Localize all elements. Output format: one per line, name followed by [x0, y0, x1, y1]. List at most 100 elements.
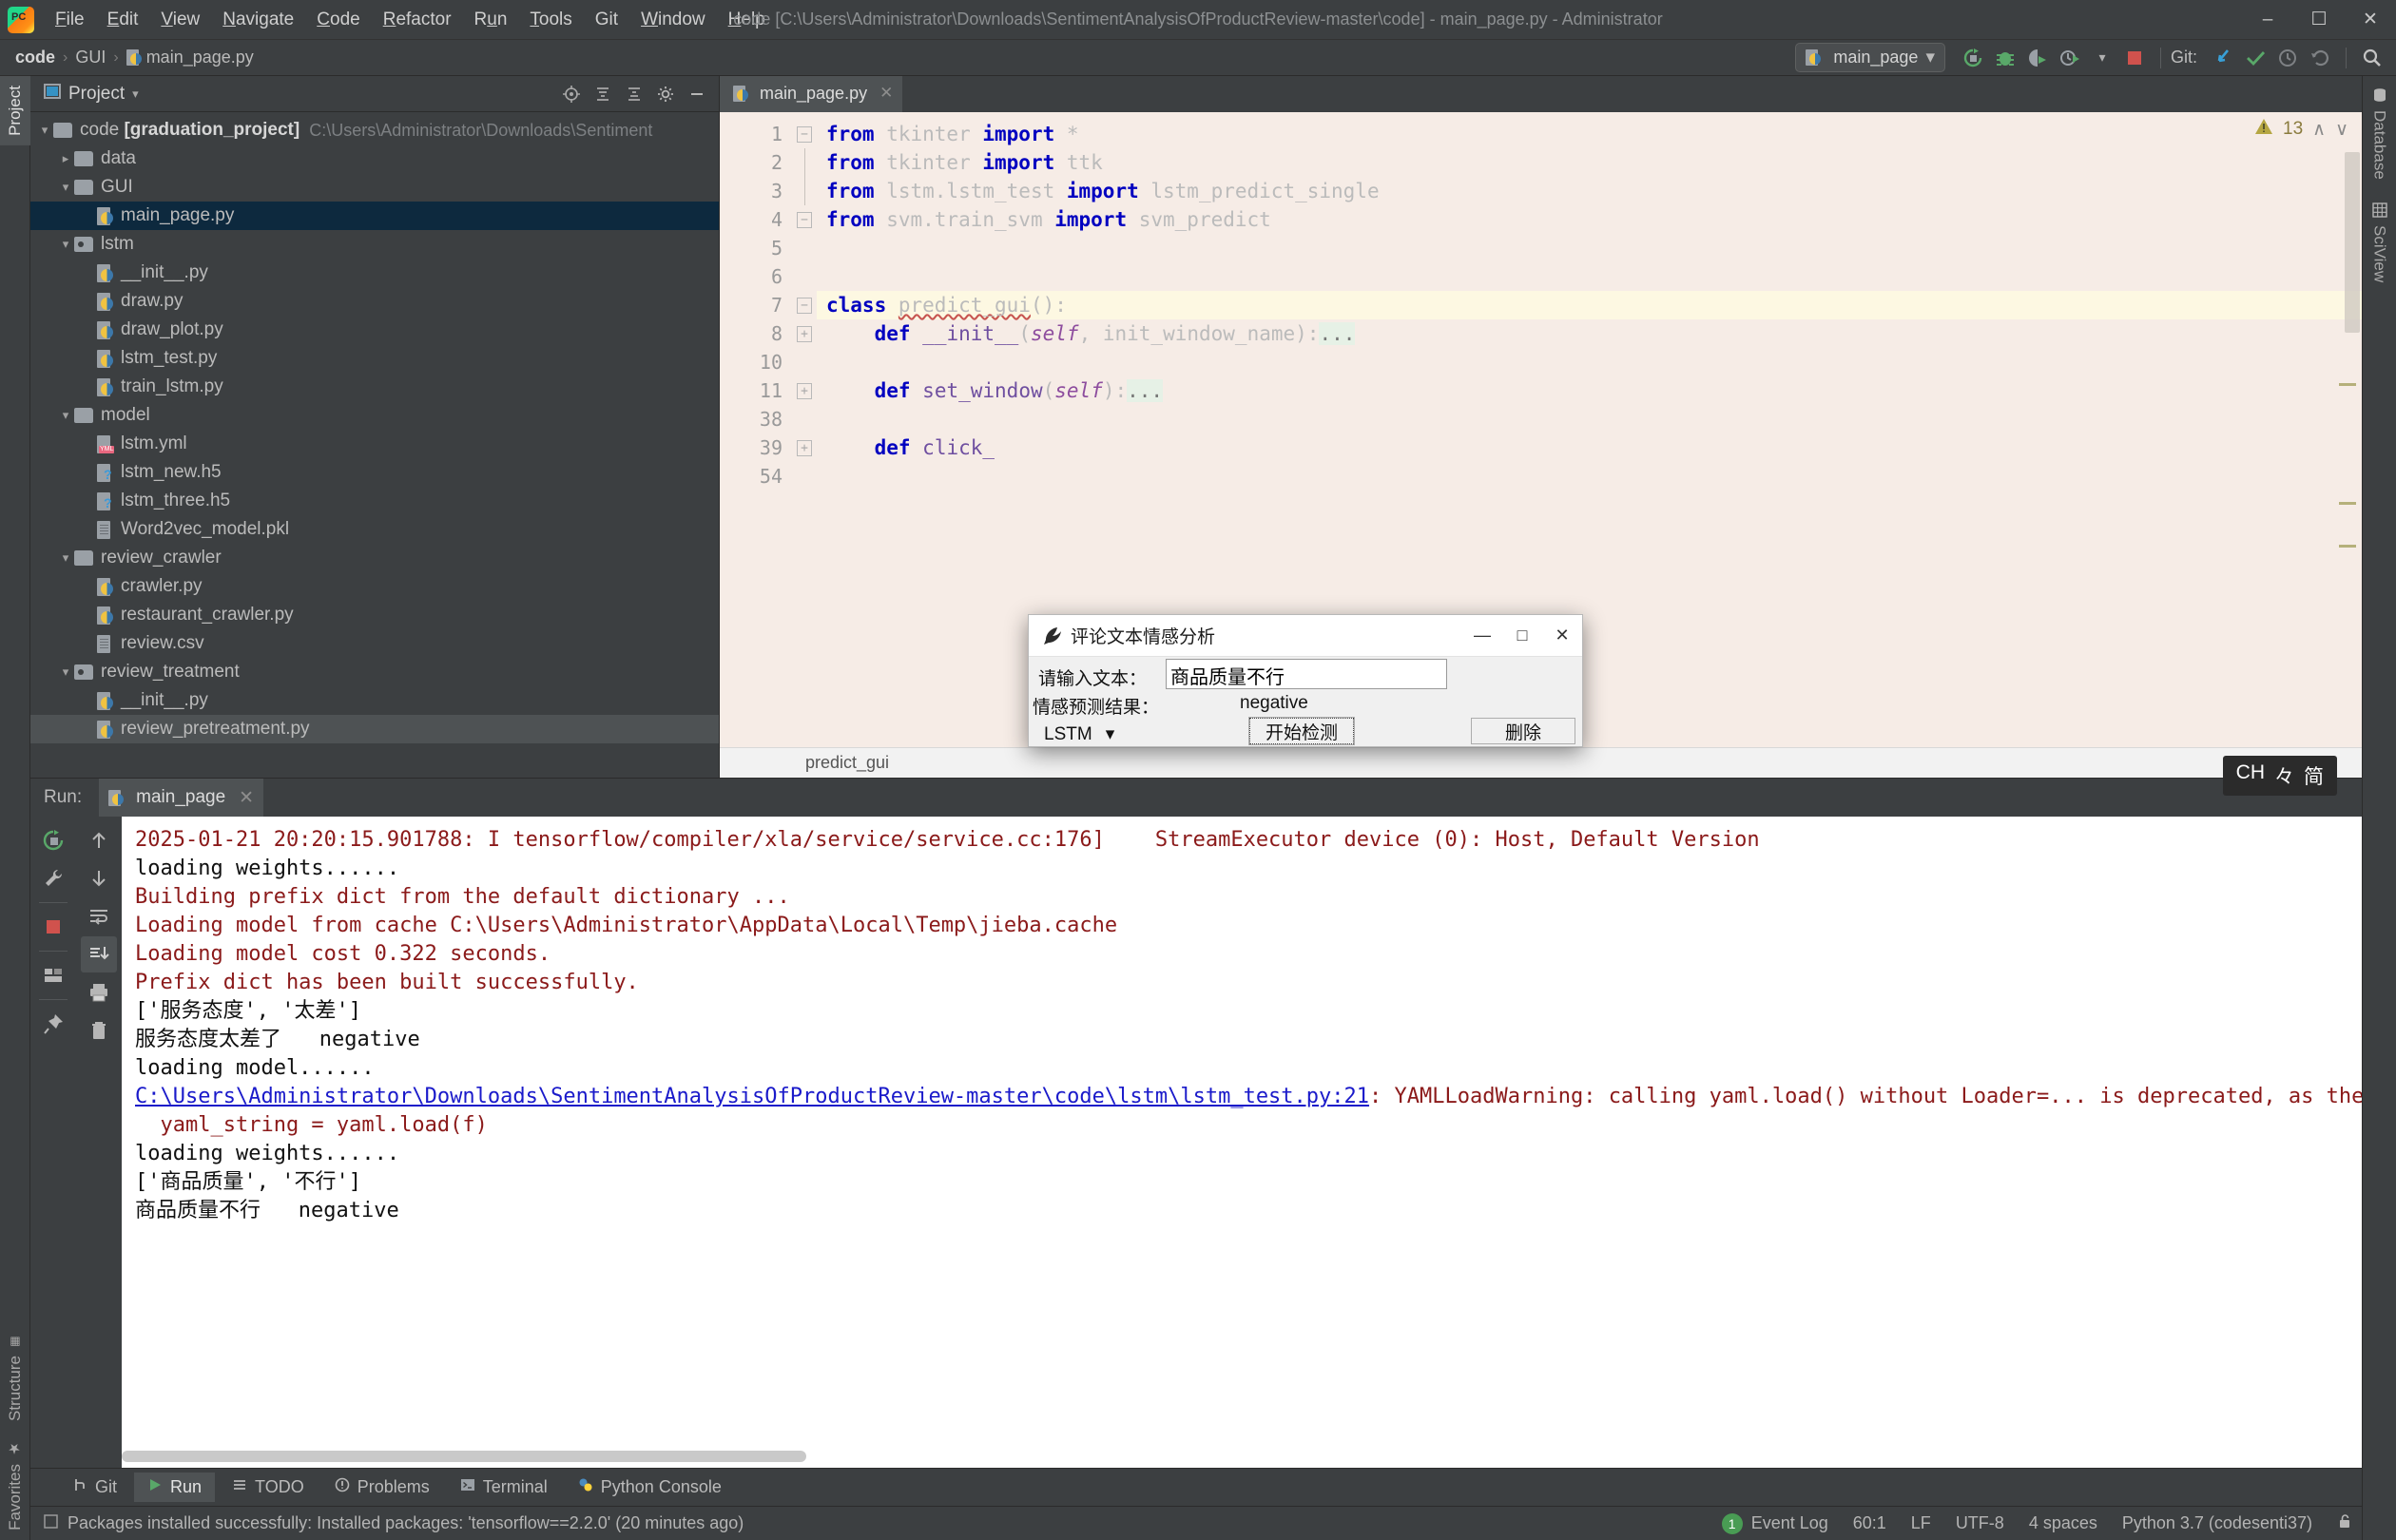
chevron-down-icon[interactable] [57, 550, 74, 566]
dialog-close-button[interactable]: ✕ [1542, 615, 1582, 657]
editor-tab-main-page[interactable]: main_page.py ✕ [720, 76, 903, 112]
console-horizontal-scrollbar[interactable] [122, 1451, 806, 1462]
layout-icon[interactable] [35, 957, 71, 993]
code-line[interactable]: class predict_gui(): [817, 291, 2362, 319]
close-icon[interactable]: ✕ [879, 84, 893, 103]
start-detection-button[interactable]: 开始检测 [1248, 717, 1355, 745]
code-line[interactable]: def click_ [817, 433, 2362, 462]
code-line[interactable] [817, 262, 2362, 291]
chevron-down-icon[interactable]: ▾ [1925, 47, 1935, 68]
status-message[interactable]: Packages installed successfully: Install… [68, 1513, 744, 1533]
menu-view[interactable]: View [149, 6, 211, 34]
tree-item-lstm[interactable]: lstm [30, 230, 719, 259]
rerun-icon[interactable] [1957, 44, 1989, 72]
chevron-down-icon[interactable]: ▾ [132, 87, 139, 102]
tool-window-git[interactable]: Git [59, 1473, 130, 1502]
maximize-button[interactable]: ☐ [2293, 0, 2345, 40]
console-line-link[interactable]: C:\Users\Administrator\Downloads\Sentime… [135, 1083, 2362, 1111]
stop-icon[interactable] [35, 909, 71, 945]
minimize-button[interactable]: – [2242, 0, 2293, 40]
code-line[interactable] [817, 405, 2362, 433]
code-line[interactable]: from svm.train_svm import svm_predict [817, 205, 2362, 234]
warning-marker[interactable] [2339, 545, 2356, 548]
print-icon[interactable] [81, 974, 117, 1011]
tree-item-review-treatment[interactable]: review_treatment [30, 658, 719, 686]
tool-window-problems[interactable]: Problems [321, 1473, 443, 1502]
tree-item-data[interactable]: data [30, 144, 719, 173]
file-link[interactable]: C:\Users\Administrator\Downloads\Sentime… [135, 1085, 1369, 1108]
line-separator[interactable]: LF [1911, 1513, 1931, 1533]
tree-item--init-py[interactable]: __init__.py [30, 259, 719, 287]
menu-git[interactable]: Git [584, 6, 629, 34]
chevron-right-icon[interactable] [57, 151, 74, 166]
tree-item-model[interactable]: model [30, 401, 719, 430]
tree-item-review-crawler[interactable]: review_crawler [30, 544, 719, 572]
fold-collapse-icon[interactable]: − [792, 291, 817, 319]
fold-collapse-icon[interactable]: − [792, 205, 817, 234]
gear-icon[interactable] [651, 81, 680, 107]
close-icon[interactable]: ✕ [239, 787, 254, 809]
fold-expand-icon[interactable]: + [792, 319, 817, 348]
tree-item--init-py[interactable]: __init__.py [30, 686, 719, 715]
chevron-down-icon[interactable] [57, 237, 74, 252]
code-line[interactable] [817, 348, 2362, 376]
menu-help[interactable]: Help [717, 6, 777, 34]
tool-tab-sciview[interactable]: SciView [2367, 191, 2393, 294]
breadcrumb-file[interactable]: main_page.py [146, 48, 254, 67]
coverage-icon[interactable] [2021, 44, 2054, 72]
tree-item-gui[interactable]: GUI [30, 173, 719, 202]
menu-code[interactable]: Code [305, 6, 371, 34]
warning-marker[interactable] [2339, 502, 2356, 505]
git-commit-icon[interactable] [2239, 44, 2271, 72]
prev-warning-icon[interactable]: ∧ [2312, 119, 2326, 141]
menu-tools[interactable]: Tools [518, 6, 583, 34]
tree-item-draw-plot-py[interactable]: draw_plot.py [30, 316, 719, 344]
chevron-down-icon[interactable]: ▾ [1106, 723, 1115, 745]
tool-window-todo[interactable]: TODO [219, 1473, 318, 1502]
menu-navigate[interactable]: Navigate [211, 6, 305, 34]
caret-position[interactable]: 60:1 [1853, 1513, 1886, 1533]
code-folding-gutter[interactable]: − − − + + + [792, 112, 817, 747]
fold-region-bar[interactable] [792, 177, 817, 205]
tree-item-review-pretreatment-py[interactable]: review_pretreatment.py [30, 715, 719, 743]
event-log-widget[interactable]: 1 Event Log [1721, 1512, 1828, 1534]
trash-icon[interactable] [81, 1012, 117, 1049]
tree-item-review-csv[interactable]: review.csv [30, 629, 719, 658]
close-button[interactable]: ✕ [2345, 0, 2396, 40]
tool-tab-project[interactable]: Project [0, 76, 30, 145]
project-tree[interactable]: code [graduation_project] C:\Users\Admini… [30, 112, 719, 778]
tree-item-lstm-yml[interactable]: lstm.yml [30, 430, 719, 458]
tool-window-python-console[interactable]: Python Console [565, 1473, 735, 1502]
tool-tab-database[interactable]: Database [2367, 76, 2393, 191]
fold-expand-icon[interactable]: + [792, 433, 817, 462]
tree-item-draw-py[interactable]: draw.py [30, 287, 719, 316]
next-warning-icon[interactable]: ∨ [2335, 119, 2348, 141]
tree-item-train-lstm-py[interactable]: train_lstm.py [30, 373, 719, 401]
tree-item-crawler-py[interactable]: crawler.py [30, 572, 719, 601]
chevron-down-icon[interactable] [57, 664, 74, 680]
main-menu[interactable]: File Edit View Navigate Code Refactor Ru… [44, 6, 777, 34]
expand-all-icon[interactable] [620, 81, 648, 107]
code-line[interactable]: def __init__(self, init_window_name):... [817, 319, 2362, 348]
indent-setting[interactable]: 4 spaces [2029, 1513, 2097, 1533]
code-line[interactable] [817, 462, 2362, 491]
inspection-widget[interactable]: 13 ∧ ∨ [2254, 118, 2348, 141]
code-line[interactable]: from tkinter import ttk [817, 148, 2362, 177]
menu-window[interactable]: Window [629, 6, 717, 34]
tree-item-word2vec-model-pkl[interactable]: Word2vec_model.pkl [30, 515, 719, 544]
sentiment-analysis-dialog[interactable]: 评论文本情感分析 — □ ✕ 请输入文本： 商品质量不行 情感预测结果： neg… [1028, 614, 1583, 747]
model-select[interactable]: LSTM ▾ [1044, 723, 1114, 745]
profile-chevron-icon[interactable]: ▾ [2086, 44, 2118, 72]
menu-refactor[interactable]: Refactor [372, 6, 463, 34]
tree-item-lstm-three-h5[interactable]: lstm_three.h5 [30, 487, 719, 515]
python-interpreter[interactable]: Python 3.7 (codesenti37) [2122, 1513, 2312, 1533]
dialog-minimize-button[interactable]: — [1462, 615, 1502, 657]
delete-button[interactable]: 删除 [1471, 718, 1575, 744]
stop-icon[interactable] [2118, 44, 2151, 72]
tree-item-code[interactable]: code [graduation_project] C:\Users\Admini… [30, 116, 719, 144]
code-line[interactable]: from lstm.lstm_test import lstm_predict_… [817, 177, 2362, 205]
code-line[interactable]: def set_window(self):... [817, 376, 2362, 405]
git-history-icon[interactable] [2271, 44, 2304, 72]
debug-icon[interactable] [1989, 44, 2021, 72]
profile-icon[interactable] [2054, 44, 2086, 72]
